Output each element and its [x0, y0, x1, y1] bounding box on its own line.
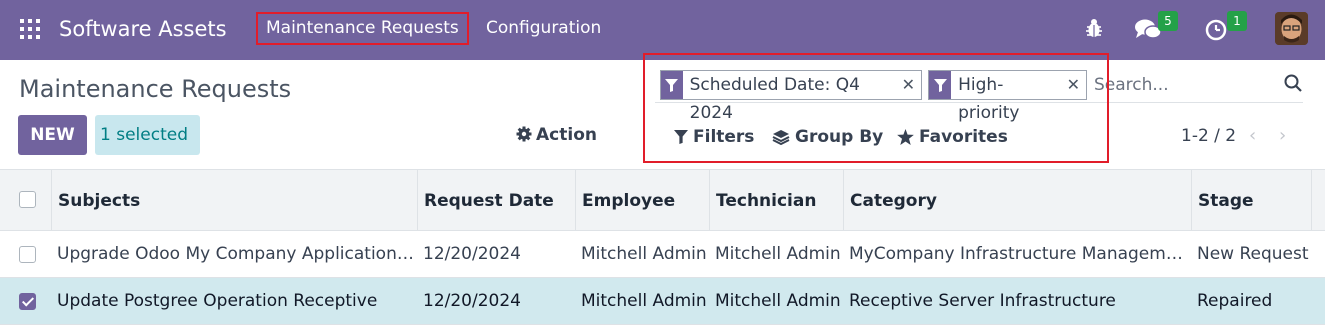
menu-configuration[interactable]: Configuration — [478, 14, 609, 47]
pager-prev-icon[interactable]: ‹ — [1249, 126, 1263, 146]
cell-technician: Mitchell Admin — [715, 244, 841, 264]
cell-request-date: 12/20/2024 — [423, 244, 521, 264]
search-input[interactable] — [1094, 72, 1274, 98]
apps-grid-icon[interactable] — [20, 19, 40, 39]
column-header-subjects[interactable]: Subjects — [51, 170, 417, 232]
page-title: Maintenance Requests — [19, 75, 292, 103]
cell-subject: Update Postgree Operation Receptive — [57, 291, 378, 311]
menu-maintenance-requests[interactable]: Maintenance Requests — [256, 12, 469, 45]
action-label: Action — [536, 125, 597, 145]
cell-technician: Mitchell Admin — [715, 291, 841, 311]
select-all-checkbox[interactable] — [19, 191, 36, 208]
column-header-employee[interactable]: Employee — [575, 170, 709, 232]
column-header-stage[interactable]: Stage — [1191, 170, 1311, 232]
row-checkbox[interactable] — [19, 293, 36, 310]
selected-count-pill[interactable]: 1 selected — [95, 115, 200, 155]
column-header-optional[interactable] — [1311, 170, 1325, 232]
table-header: Subjects Request Date Employee Technicia… — [0, 169, 1325, 232]
top-navbar: Software Assets Maintenance Requests Con… — [0, 0, 1325, 60]
table-row[interactable]: Update Postgree Operation Receptive 12/2… — [0, 278, 1325, 325]
user-avatar[interactable] — [1275, 12, 1308, 45]
cell-stage: Repaired — [1197, 291, 1273, 311]
column-header-request-date[interactable]: Request Date — [417, 170, 575, 232]
activity-clock-icon[interactable] — [1205, 17, 1229, 41]
activity-count-badge: 1 — [1227, 11, 1247, 31]
row-checkbox[interactable] — [19, 246, 36, 263]
new-button[interactable]: NEW — [18, 115, 87, 155]
cell-subject: Upgrade Odoo My Company Application ... — [57, 244, 417, 264]
cell-employee: Mitchell Admin — [581, 244, 707, 264]
gear-icon — [516, 126, 532, 142]
pager-value[interactable]: 1-2 / 2 — [1181, 124, 1236, 148]
column-header-category[interactable]: Category — [843, 170, 1191, 232]
cell-category: Receptive Server Infrastructure — [849, 291, 1116, 311]
cell-request-date: 12/20/2024 — [423, 291, 521, 311]
search-panel-highlight — [643, 53, 1109, 163]
debug-bug-icon[interactable] — [1085, 17, 1103, 39]
cell-stage: New Request — [1197, 244, 1309, 264]
pager-next-icon[interactable]: › — [1279, 126, 1293, 146]
action-button[interactable]: Action — [516, 123, 597, 147]
app-name[interactable]: Software Assets — [59, 15, 227, 43]
cell-employee: Mitchell Admin — [581, 291, 707, 311]
search-icon[interactable] — [1284, 74, 1302, 92]
cell-category: MyCompany Infrastructure Management — [849, 244, 1191, 264]
column-header-technician[interactable]: Technician — [709, 170, 843, 232]
chat-count-badge: 5 — [1158, 11, 1178, 31]
table-row[interactable]: Upgrade Odoo My Company Application ... … — [0, 231, 1325, 278]
